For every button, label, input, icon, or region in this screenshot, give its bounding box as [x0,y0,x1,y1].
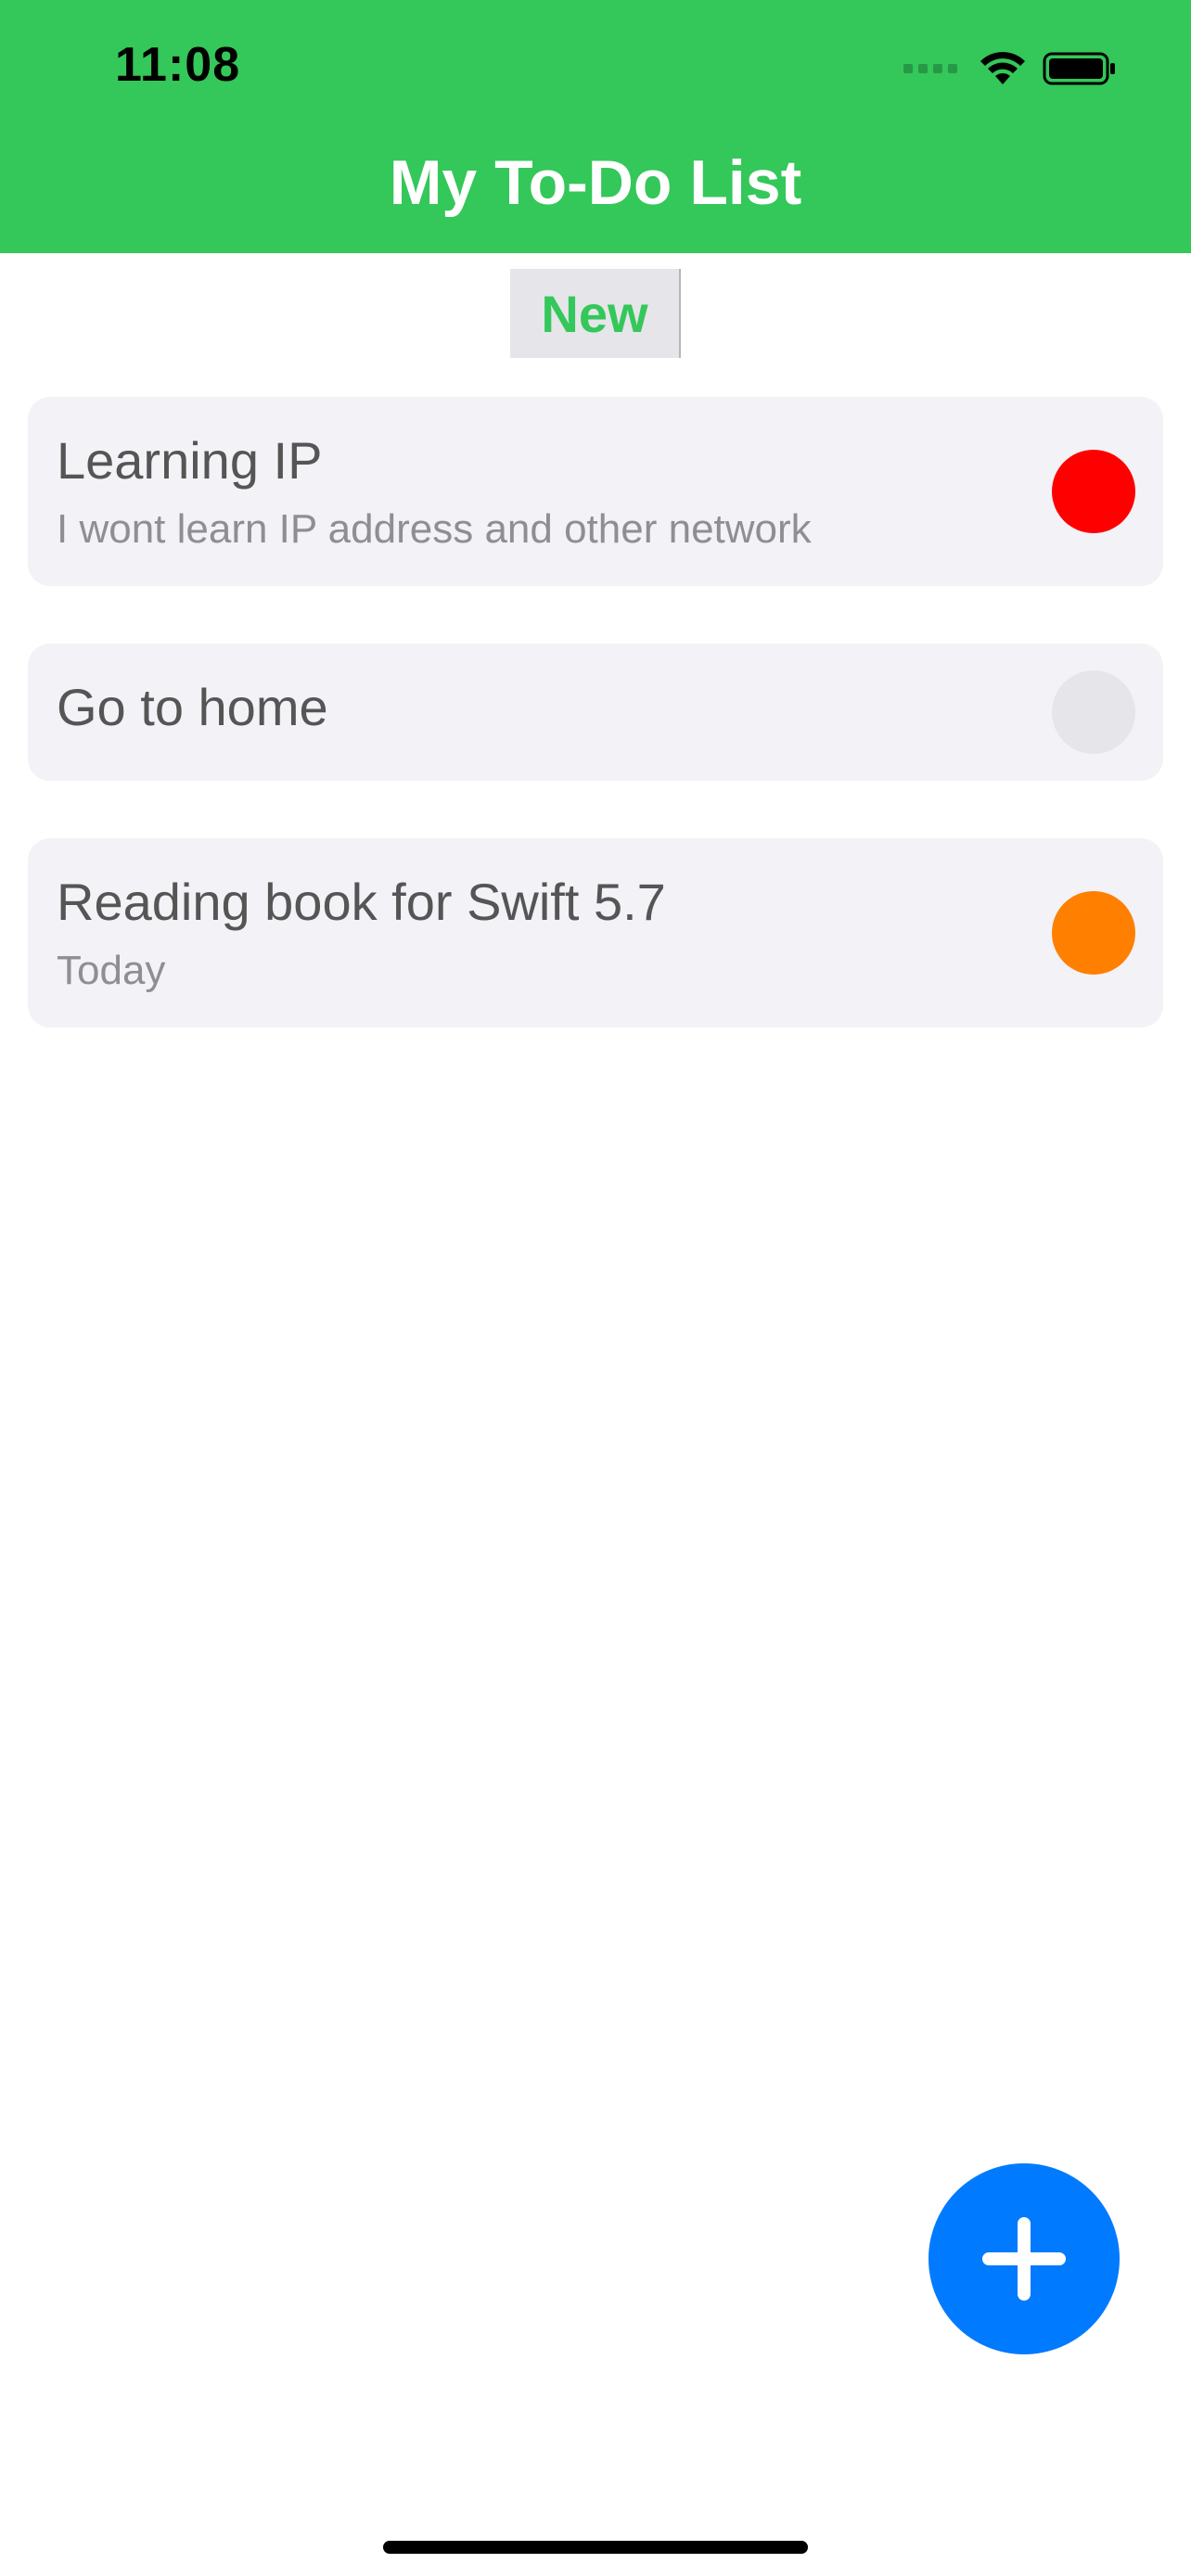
segment-label: New [541,284,648,343]
wifi-icon [980,52,1025,84]
status-dot[interactable] [1052,670,1135,754]
plus-icon [982,2217,1066,2301]
home-indicator[interactable] [383,2541,808,2554]
todo-title: Reading book for Swift 5.7 [57,873,666,931]
todo-subtitle: Today [57,948,166,993]
status-time: 11:08 [115,38,241,92]
segment-new[interactable]: New [510,269,681,358]
todo-title: Learning IP [57,431,323,490]
status-dot[interactable] [1052,450,1135,533]
page-title: My To-Do List [389,147,802,218]
status-icons [903,46,1117,91]
battery-icon [1043,52,1115,85]
todo-item[interactable]: Go to home [28,644,1163,781]
todo-item[interactable]: Learning IP I wont learn IP address and … [28,397,1163,586]
todo-title: Go to home [57,678,328,736]
todo-item[interactable]: Reading book for Swift 5.7 Today [28,838,1163,1027]
navigation-header: 11:08 My To-Do List [0,0,1191,253]
status-dot[interactable] [1052,891,1135,975]
add-todo-button[interactable] [928,2163,1120,2354]
todo-subtitle: I wont learn IP address and other networ… [57,506,812,552]
signal-icon [903,64,957,73]
